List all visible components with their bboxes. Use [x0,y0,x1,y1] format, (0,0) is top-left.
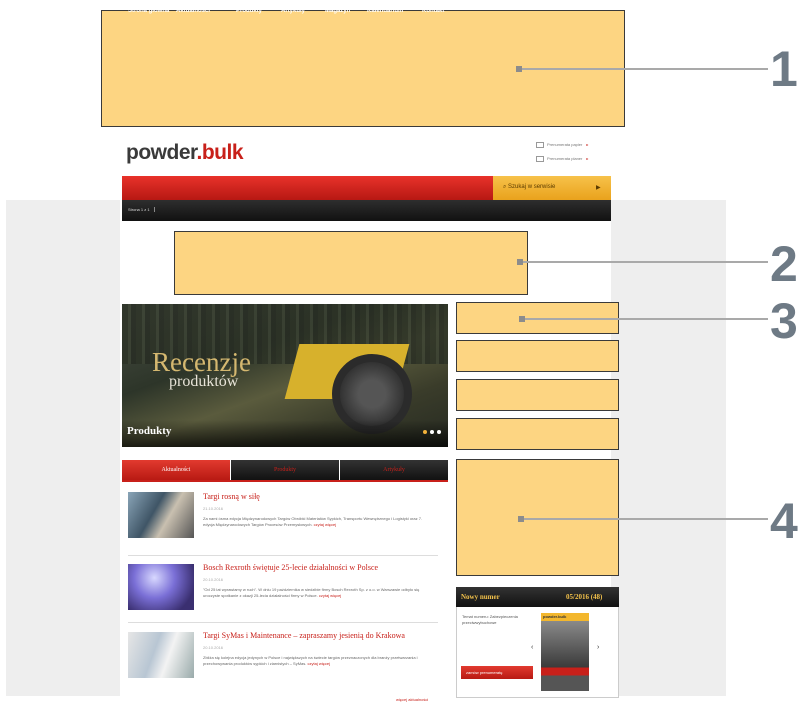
header-link-subscription-planner[interactable]: Prenumerata planer ▸ [536,156,588,162]
slider-title: Recenzje [152,347,251,377]
magazine-cover-title: powder.bulk [543,614,567,619]
arrow-right-icon: ▸ [586,142,589,148]
news-excerpt-text: "Od 25 lat wprawiamy w ruch". W dniu 19 … [203,587,420,598]
tab-products[interactable]: Produkty [231,460,339,480]
news-separator [128,622,438,623]
breadcrumb-item[interactable]: Strona 1 z 1 [128,207,155,212]
news-thumbnail[interactable] [128,492,194,538]
more-news-link[interactable]: więcej aktualności [396,697,428,702]
callout-4-number: 4 [770,493,798,549]
main-navigation [122,176,493,200]
ad-slot-2-leaderboard [174,231,528,295]
header-link-subscription-paper[interactable]: Prenumerata papier ▸ [536,142,588,148]
tab-news[interactable]: Aktualności [122,460,230,480]
magazine-issue: 05/2016 (48) [566,593,603,601]
chevron-right-icon[interactable]: › [597,644,599,651]
nav-item-calendar[interactable]: Kalendarium [367,8,403,14]
callout-1-line [522,68,768,70]
news-title[interactable]: Targi rosną w siłę [203,492,260,501]
callout-4-line [524,518,768,520]
envelope-icon [536,142,544,148]
news-date: 20.10.2016 [203,645,224,650]
search-input[interactable]: ⌕ Szukaj w serwisie [503,184,555,191]
read-more-link[interactable]: czytaj więcej [308,661,330,666]
callout-3-number: 3 [770,293,798,349]
callout-2-line [523,261,768,263]
magazine-description: Temat numeru: Zabezpieczenia przeciwwybu… [462,614,518,625]
subscribe-button-label: zamów prenumeratę [466,670,503,675]
header-link-label: Prenumerata papier [547,142,583,148]
news-title[interactable]: Bosch Rexroth świętuje 25-lecie działaln… [203,563,378,572]
nav-item-contact[interactable]: Kontakt [422,8,444,14]
search-submit-icon[interactable]: ▶ [596,184,601,191]
calendar-icon [536,156,544,162]
slider-dot-1[interactable] [423,430,427,434]
callout-3-line [525,318,768,320]
read-more-link[interactable]: czytaj więcej [319,593,341,598]
callout-1-number: 1 [770,41,798,97]
slider-subtitle: produktów [169,373,239,390]
news-excerpt: "Od 25 lat wprawiamy w ruch". W dniu 19 … [203,587,428,599]
breadcrumb-bar [122,200,611,221]
magazine-cover[interactable] [541,613,589,691]
logo-text-bulk: bulk [201,141,244,164]
news-excerpt-text: Za nami ósma edycja Międzynarodowych Tar… [203,516,423,527]
callout-2-number: 2 [770,236,798,292]
news-date: 20.10.2016 [203,577,224,582]
nav-item-products[interactable]: Produkty [236,8,262,14]
news-excerpt: Za nami ósma edycja Międzynarodowych Tar… [203,516,428,528]
read-more-link[interactable]: czytaj więcej [314,522,336,527]
tab-articles[interactable]: Artykuły [340,460,448,480]
slider-caption[interactable]: Produkty [127,425,171,437]
nav-item-articles[interactable]: Artykuły [281,8,305,14]
news-thumbnail[interactable] [128,564,194,610]
search-label: Szukaj w serwisie [508,184,556,190]
chevron-left-icon[interactable]: ‹ [531,644,533,651]
site-logo[interactable]: powder.bulk [126,141,244,164]
slider-dot-2[interactable] [430,430,434,434]
news-title[interactable]: Targi SyMas i Maintenance – zapraszamy j… [203,631,405,640]
news-excerpt: Zbliża się kolejna edycja jedynych w Pol… [203,655,428,667]
ad-slot-3-box-3 [456,379,619,411]
arrow-right-icon: ▸ [586,156,589,162]
slider-dot-3[interactable] [437,430,441,434]
nav-item-home[interactable]: Strona główna [128,8,169,14]
header-link-label: Prenumerata planer [547,156,583,162]
ad-slot-3-box-2 [456,340,619,372]
logo-text-powder: powder [126,141,197,164]
news-thumbnail[interactable] [128,632,194,678]
news-separator [128,555,438,556]
ad-slot-3-box-4 [456,418,619,450]
nav-item-magazine[interactable]: Magazyn [325,8,350,14]
news-date: 21.10.2016 [203,506,224,511]
magazine-label: Nowy numer [461,593,500,601]
nav-item-news[interactable]: Aktualności [176,8,210,14]
